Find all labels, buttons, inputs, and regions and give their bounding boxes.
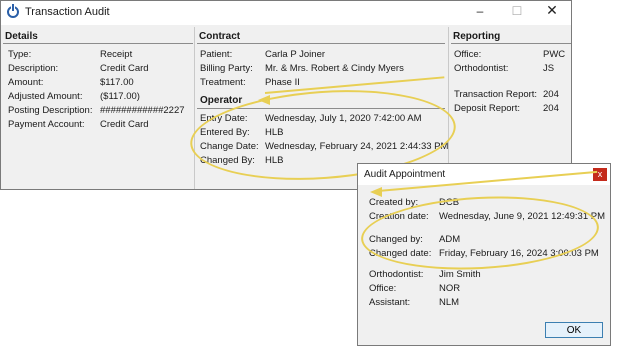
field-value: ############2227 xyxy=(100,105,185,116)
arrow-head-icon xyxy=(370,187,382,197)
field-value: Jim Smith xyxy=(439,269,481,280)
details-heading: Details xyxy=(5,31,38,42)
field-label: Transaction Report: xyxy=(454,89,538,100)
minimize-button[interactable]: – xyxy=(469,4,491,20)
field-label: Treatment: xyxy=(200,77,246,88)
field-value: JS xyxy=(543,63,555,74)
field-label: Deposit Report: xyxy=(454,103,521,114)
dialog-title: Audit Appointment xyxy=(364,169,446,180)
close-button[interactable]: ✕ xyxy=(541,2,563,18)
field-label: Orthodontist: xyxy=(454,63,509,74)
contract-heading: Contract xyxy=(199,31,241,42)
ok-button[interactable]: OK xyxy=(545,322,603,338)
field-value: Credit Card xyxy=(100,119,149,130)
field-label: Orthodontist: xyxy=(369,269,424,280)
field-label: Adjusted Amount: xyxy=(8,91,83,102)
field-label: Assistant: xyxy=(369,297,411,308)
reporting-divider xyxy=(451,43,571,44)
field-label: Type: xyxy=(8,49,32,60)
field-value: 204 xyxy=(543,103,559,114)
field-label: Amount: xyxy=(8,77,44,88)
field-label: Payment Account: xyxy=(8,119,85,130)
field-label: Office: xyxy=(369,283,397,294)
title-bar: Transaction Audit – ☐ ✕ xyxy=(1,1,571,25)
contract-divider xyxy=(197,43,445,44)
field-label: Patient: xyxy=(200,49,233,60)
field-value: Credit Card xyxy=(100,63,149,74)
field-value: $117.00 xyxy=(100,77,134,88)
reporting-heading: Reporting xyxy=(453,31,501,42)
field-label: Description: xyxy=(8,63,59,74)
details-section: Details Type: Receipt Description: Credi… xyxy=(3,25,193,189)
field-value: Mr. & Mrs. Robert & Cindy Myers xyxy=(265,63,404,74)
details-divider xyxy=(3,43,193,44)
power-icon xyxy=(7,4,19,18)
field-label: Billing Party: xyxy=(200,63,253,74)
window-title: Transaction Audit xyxy=(25,6,110,18)
field-value: ($117.00) xyxy=(100,91,140,102)
maximize-button[interactable]: ☐ xyxy=(506,4,528,20)
field-value: 204 xyxy=(543,89,559,100)
field-value: Carla P Joiner xyxy=(265,49,326,60)
field-label: Office: xyxy=(454,49,482,60)
field-label: Posting Description: xyxy=(8,105,93,116)
field-value: Phase II xyxy=(265,77,300,88)
column-separator xyxy=(194,27,195,189)
field-value: NOR xyxy=(439,283,461,294)
field-value: NLM xyxy=(439,297,460,308)
arrow-head-icon xyxy=(258,95,270,105)
field-value: PWC xyxy=(543,49,566,60)
field-value: Receipt xyxy=(100,49,133,60)
operator-heading: Operator xyxy=(200,95,243,106)
